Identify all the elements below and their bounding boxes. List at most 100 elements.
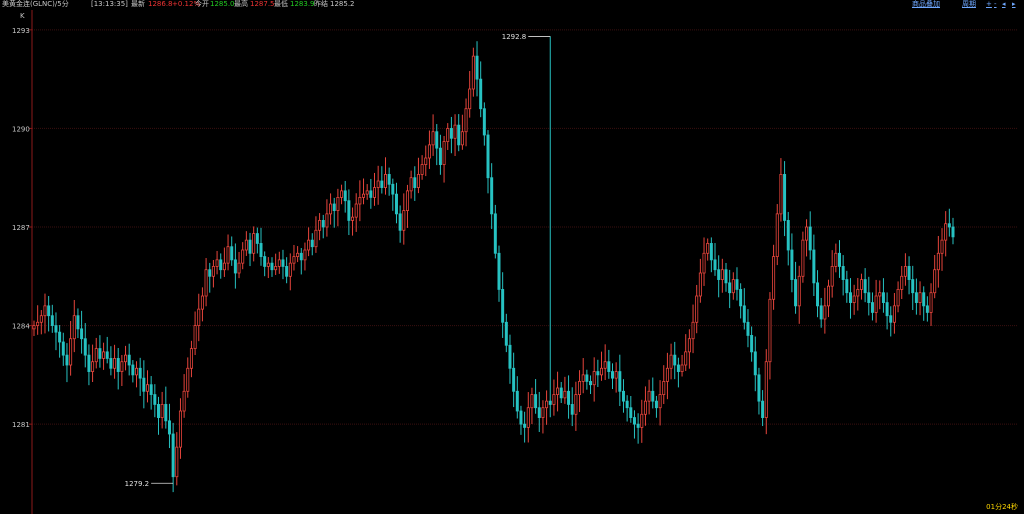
low-label: 最低 [274, 0, 288, 8]
candle-body [171, 433, 175, 478]
tick-label: 1284 [12, 323, 30, 331]
open-value: 1285.0 [210, 0, 235, 8]
candle-body [607, 361, 611, 372]
candle-body [709, 243, 713, 261]
candle-body [629, 407, 633, 418]
header-bar: 美黄金连(GLNC)/5分 [13:13:35] 最新 1286.8 +0.12… [0, 0, 1024, 10]
candle-body [233, 259, 237, 274]
low-annotation: 1279.2 [125, 480, 150, 488]
candle-body [621, 390, 625, 402]
candle-body [299, 252, 303, 261]
scroll-right-button[interactable]: ▸ [1012, 0, 1016, 9]
candle-body [435, 131, 439, 149]
zoom-out-button[interactable]: - [994, 0, 997, 9]
candle-body [559, 387, 563, 399]
candle-body [358, 197, 362, 205]
candlestick-chart[interactable]: K 1281 1284 1287 1290 1293 1292.8 1279.2 [0, 10, 1024, 514]
candle-body [739, 289, 743, 307]
scroll-left-button[interactable]: ◂ [1002, 0, 1006, 9]
candle-body [596, 371, 600, 376]
candle-body [486, 134, 490, 179]
candle-body [413, 177, 417, 188]
candle-body [493, 213, 497, 254]
candle-body [274, 266, 278, 271]
candle-body [36, 321, 40, 326]
candle-body [164, 404, 168, 422]
candle-body [83, 338, 87, 356]
candle-body [285, 266, 289, 277]
candle-body [537, 407, 541, 418]
overlay-commodity-link[interactable]: 商品叠加 [912, 0, 940, 9]
price-axis: K 1281 1284 1287 1290 1293 [12, 10, 33, 514]
candle-body [944, 223, 948, 241]
candle-body [402, 210, 406, 231]
candle-body [394, 193, 398, 215]
bar-countdown: 01分24秒 [986, 503, 1018, 511]
candle-body [845, 279, 849, 294]
candle-body [570, 404, 574, 415]
candle-body [508, 344, 512, 369]
low-value: 1283.9 [290, 0, 315, 8]
candle-body [563, 390, 567, 399]
candle-body [848, 292, 852, 303]
candle-body [482, 108, 486, 136]
candle-body [896, 289, 900, 307]
candle-body [32, 325, 36, 330]
prev-settle-label: 昨结 [314, 0, 328, 8]
candle-body [812, 249, 816, 284]
candle-body [61, 341, 65, 356]
candle-body [742, 305, 746, 323]
candle-body [200, 295, 204, 310]
candle-body [783, 174, 787, 221]
zoom-in-button[interactable]: + [986, 0, 992, 9]
candle-body [222, 262, 226, 271]
candle-body [197, 308, 201, 326]
candle-body [610, 371, 614, 379]
candle-body [585, 374, 589, 382]
candle-body [819, 305, 823, 320]
candle-body [632, 417, 636, 425]
candle-body [325, 213, 329, 228]
candle-body [420, 164, 424, 175]
candle-body [113, 358, 117, 369]
candle-body [310, 239, 314, 248]
candle-body [373, 187, 377, 198]
candle-body [548, 400, 552, 405]
candle-body [230, 246, 234, 261]
candle-body [288, 262, 292, 277]
period-link[interactable]: 周期 [962, 0, 976, 9]
candle-body [464, 108, 468, 133]
candle-body [724, 269, 728, 284]
candle-body [691, 321, 695, 340]
candle-body [827, 285, 831, 307]
candle-body [314, 229, 318, 248]
candle-body [757, 374, 761, 402]
candle-body [837, 252, 841, 267]
candle-body [336, 197, 340, 211]
candle-body [808, 226, 812, 251]
candle-body [120, 361, 124, 372]
tick-label: 1281 [12, 421, 30, 429]
instrument-title: 美黄金连(GLNC)/5分 [2, 0, 69, 8]
candle-body [91, 361, 95, 372]
candle-body [80, 328, 84, 340]
candle-body [387, 174, 391, 185]
high-label: 最高 [234, 0, 248, 8]
open-label: 今开 [195, 0, 209, 8]
candle-body [592, 371, 596, 386]
candle-body [761, 400, 765, 418]
candle-body [241, 249, 245, 264]
candle-body [665, 367, 669, 382]
candle-body [647, 390, 651, 402]
latest-label: 最新 [131, 0, 145, 8]
candle-body [830, 266, 834, 287]
candle-body [340, 190, 344, 198]
quote-time: [13:13:35] [91, 0, 128, 8]
tick-label: 1287 [12, 224, 30, 232]
candle-body [603, 361, 607, 369]
candle-body [936, 252, 940, 271]
candle-body [640, 413, 644, 428]
candle-body [658, 394, 662, 409]
candle-body [102, 351, 106, 359]
candle-body [211, 266, 215, 277]
